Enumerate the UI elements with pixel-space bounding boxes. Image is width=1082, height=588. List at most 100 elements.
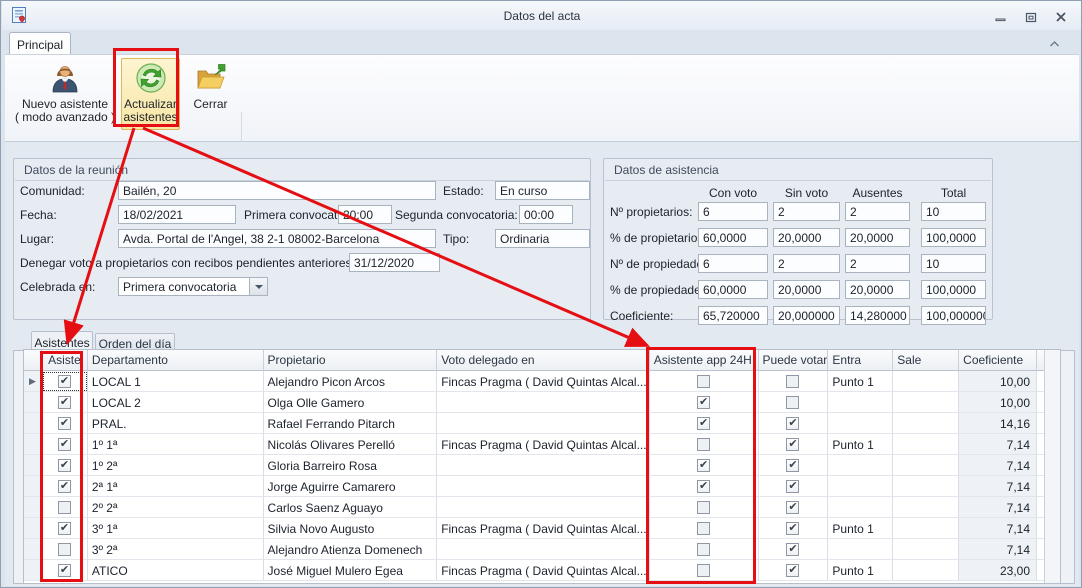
primera-convocatoria-field[interactable]: 20:00 <box>338 205 392 224</box>
cell-col-departamento[interactable]: LOCAL 1 <box>88 371 264 392</box>
puede-votar-checkbox[interactable]: ✔ <box>786 459 799 472</box>
asistente-app-24h-checkbox[interactable] <box>697 522 710 535</box>
puede-votar-checkbox[interactable]: ✔ <box>786 417 799 430</box>
cell-col-propietario[interactable]: Rafael Ferrando Pitarch <box>264 413 438 434</box>
puede-votar-checkbox[interactable]: ✔ <box>786 480 799 493</box>
cell-col-sale[interactable] <box>893 455 959 476</box>
header-col-asistente-app-24h[interactable]: Asistente app 24H <box>650 350 759 371</box>
header-col-asiste[interactable]: Asiste <box>42 350 88 371</box>
cell-col-propietario[interactable]: Carlos Saenz Aguayo <box>264 497 438 518</box>
grid-row[interactable]: ▶✔LOCAL 1Alejandro Picon ArcosFincas Pra… <box>24 371 1046 392</box>
cell-col-entra[interactable] <box>828 413 893 434</box>
denegar-voto-field[interactable]: 31/12/2020 <box>349 253 440 272</box>
nuevo-asistente-button[interactable]: Nuevo asistente ( modo avanzado ) <box>13 58 117 130</box>
cell-col-propietario[interactable]: Alejandro Atienza Domenech <box>264 539 438 560</box>
asiste-checkbox[interactable]: ✔ <box>58 417 71 430</box>
cell-col-voto-delegado-en[interactable] <box>437 497 650 518</box>
actualizar-asistentes-button[interactable]: Actualizar asistentes <box>121 58 180 130</box>
attendance-value-field[interactable]: 10 <box>921 202 986 221</box>
attendance-value-field[interactable]: 65,720000 <box>698 306 768 325</box>
cell-col-voto-delegado-en[interactable] <box>437 455 650 476</box>
cell-col-propietario[interactable]: José Miguel Mulero Egea <box>264 560 438 581</box>
restore-button[interactable] <box>1019 9 1043 25</box>
attendance-value-field[interactable]: 10 <box>921 254 986 273</box>
attendance-value-field[interactable]: 20,0000 <box>773 280 840 299</box>
cell-col-propietario[interactable]: Alejandro Picon Arcos <box>264 371 438 392</box>
attendance-value-field[interactable]: 2 <box>773 254 840 273</box>
cell-col-departamento[interactable]: 3º 2ª <box>88 539 264 560</box>
asistente-app-24h-checkbox[interactable]: ✔ <box>697 396 710 409</box>
cell-col-departamento[interactable]: 2º 2ª <box>88 497 264 518</box>
asistente-app-24h-checkbox[interactable]: ✔ <box>697 417 710 430</box>
cell-col-entra[interactable] <box>828 497 893 518</box>
attendance-value-field[interactable]: 60,0000 <box>698 280 768 299</box>
attendance-value-field[interactable]: 100,000000 <box>921 306 986 325</box>
segunda-convocatoria-field[interactable]: 00:00 <box>519 205 573 224</box>
puede-votar-checkbox[interactable]: ✔ <box>786 564 799 577</box>
title-bar[interactable]: Datos del acta <box>2 1 1082 30</box>
cell-col-sale[interactable] <box>893 560 959 581</box>
header-col-entra[interactable]: Entra <box>828 350 893 371</box>
cell-col-entra[interactable]: Punto 1 <box>828 560 893 581</box>
comunidad-field[interactable]: Bailén, 20 <box>118 181 436 200</box>
puede-votar-checkbox[interactable] <box>786 375 799 388</box>
grid-row[interactable]: ✔LOCAL 2Olga Olle Gamero✔10,00 <box>24 392 1046 413</box>
grid-row[interactable]: 2º 2ªCarlos Saenz Aguayo✔7,14 <box>24 497 1046 518</box>
grid-row[interactable]: ✔ATICOJosé Miguel Mulero EgeaFincas Prag… <box>24 560 1046 581</box>
header-col-departamento[interactable]: Departamento <box>88 350 264 371</box>
cell-col-propietario[interactable]: Jorge Aguirre Camarero <box>264 476 438 497</box>
attendance-value-field[interactable]: 6 <box>698 254 768 273</box>
cell-col-propietario[interactable]: Olga Olle Gamero <box>264 392 438 413</box>
cell-col-departamento[interactable]: 2ª 1ª <box>88 476 264 497</box>
puede-votar-checkbox[interactable]: ✔ <box>786 543 799 556</box>
asiste-checkbox[interactable]: ✔ <box>58 459 71 472</box>
grid-row[interactable]: ✔3º 1ªSilvia Novo AugustoFincas Pragma (… <box>24 518 1046 539</box>
cell-col-entra[interactable] <box>828 392 893 413</box>
header-col-coeficiente[interactable]: Coeficiente <box>959 350 1037 371</box>
asiste-checkbox[interactable] <box>58 543 71 556</box>
attendance-value-field[interactable]: 100,0000 <box>921 228 986 247</box>
asiste-checkbox[interactable] <box>58 501 71 514</box>
minimize-button[interactable] <box>989 9 1013 25</box>
cell-col-entra[interactable]: Punto 1 <box>828 371 893 392</box>
cell-col-entra[interactable]: Punto 1 <box>828 518 893 539</box>
cell-col-voto-delegado-en[interactable] <box>437 413 650 434</box>
cell-col-voto-delegado-en[interactable]: Fincas Pragma ( David Quintas Alcal... <box>437 434 650 455</box>
grid-row[interactable]: ✔PRAL.Rafael Ferrando Pitarch✔✔14,16 <box>24 413 1046 434</box>
puede-votar-checkbox[interactable]: ✔ <box>786 438 799 451</box>
vertical-scrollbar[interactable] <box>1044 350 1060 583</box>
asistente-app-24h-checkbox[interactable] <box>697 543 710 556</box>
cell-col-propietario[interactable]: Gloria Barreiro Rosa <box>264 455 438 476</box>
header-col-puede-votar[interactable]: Puede votar <box>759 350 829 371</box>
cell-col-voto-delegado-en[interactable] <box>437 392 650 413</box>
attendance-value-field[interactable]: 60,0000 <box>698 228 768 247</box>
grid-row[interactable]: ✔1º 1ªNicolás Olivares PerellóFincas Pra… <box>24 434 1046 455</box>
cell-col-voto-delegado-en[interactable]: Fincas Pragma ( David Quintas Alcal... <box>437 518 650 539</box>
grid-row[interactable]: 3º 2ªAlejandro Atienza Domenech✔7,14 <box>24 539 1046 560</box>
cell-col-sale[interactable] <box>893 497 959 518</box>
header-col-sale[interactable]: Sale <box>893 350 959 371</box>
asistente-app-24h-checkbox[interactable] <box>697 375 710 388</box>
cell-col-propietario[interactable]: Silvia Novo Augusto <box>264 518 438 539</box>
cell-col-sale[interactable] <box>893 413 959 434</box>
cell-col-sale[interactable] <box>893 476 959 497</box>
cell-col-entra[interactable] <box>828 539 893 560</box>
cell-col-entra[interactable] <box>828 476 893 497</box>
asistente-app-24h-checkbox[interactable]: ✔ <box>697 459 710 472</box>
cell-col-voto-delegado-en[interactable]: Fincas Pragma ( David Quintas Alcal... <box>437 560 650 581</box>
attendance-value-field[interactable]: 14,280000 <box>845 306 910 325</box>
attendance-value-field[interactable]: 20,0000 <box>773 228 840 247</box>
asiste-checkbox[interactable]: ✔ <box>58 438 71 451</box>
cell-col-departamento[interactable]: LOCAL 2 <box>88 392 264 413</box>
grid-row[interactable]: ✔1º 2ªGloria Barreiro Rosa✔✔7,14 <box>24 455 1046 476</box>
cell-col-sale[interactable] <box>893 539 959 560</box>
asiste-checkbox[interactable]: ✔ <box>58 522 71 535</box>
puede-votar-checkbox[interactable]: ✔ <box>786 501 799 514</box>
attendance-value-field[interactable]: 2 <box>773 202 840 221</box>
cell-col-voto-delegado-en[interactable] <box>437 539 650 560</box>
fecha-field[interactable]: 18/02/2021 <box>118 205 236 224</box>
cell-col-departamento[interactable]: PRAL. <box>88 413 264 434</box>
lugar-field[interactable]: Avda. Portal de l'Angel, 38 2-1 08002-Ba… <box>118 229 436 248</box>
close-button[interactable] <box>1049 9 1073 25</box>
asistente-app-24h-checkbox[interactable] <box>697 438 710 451</box>
